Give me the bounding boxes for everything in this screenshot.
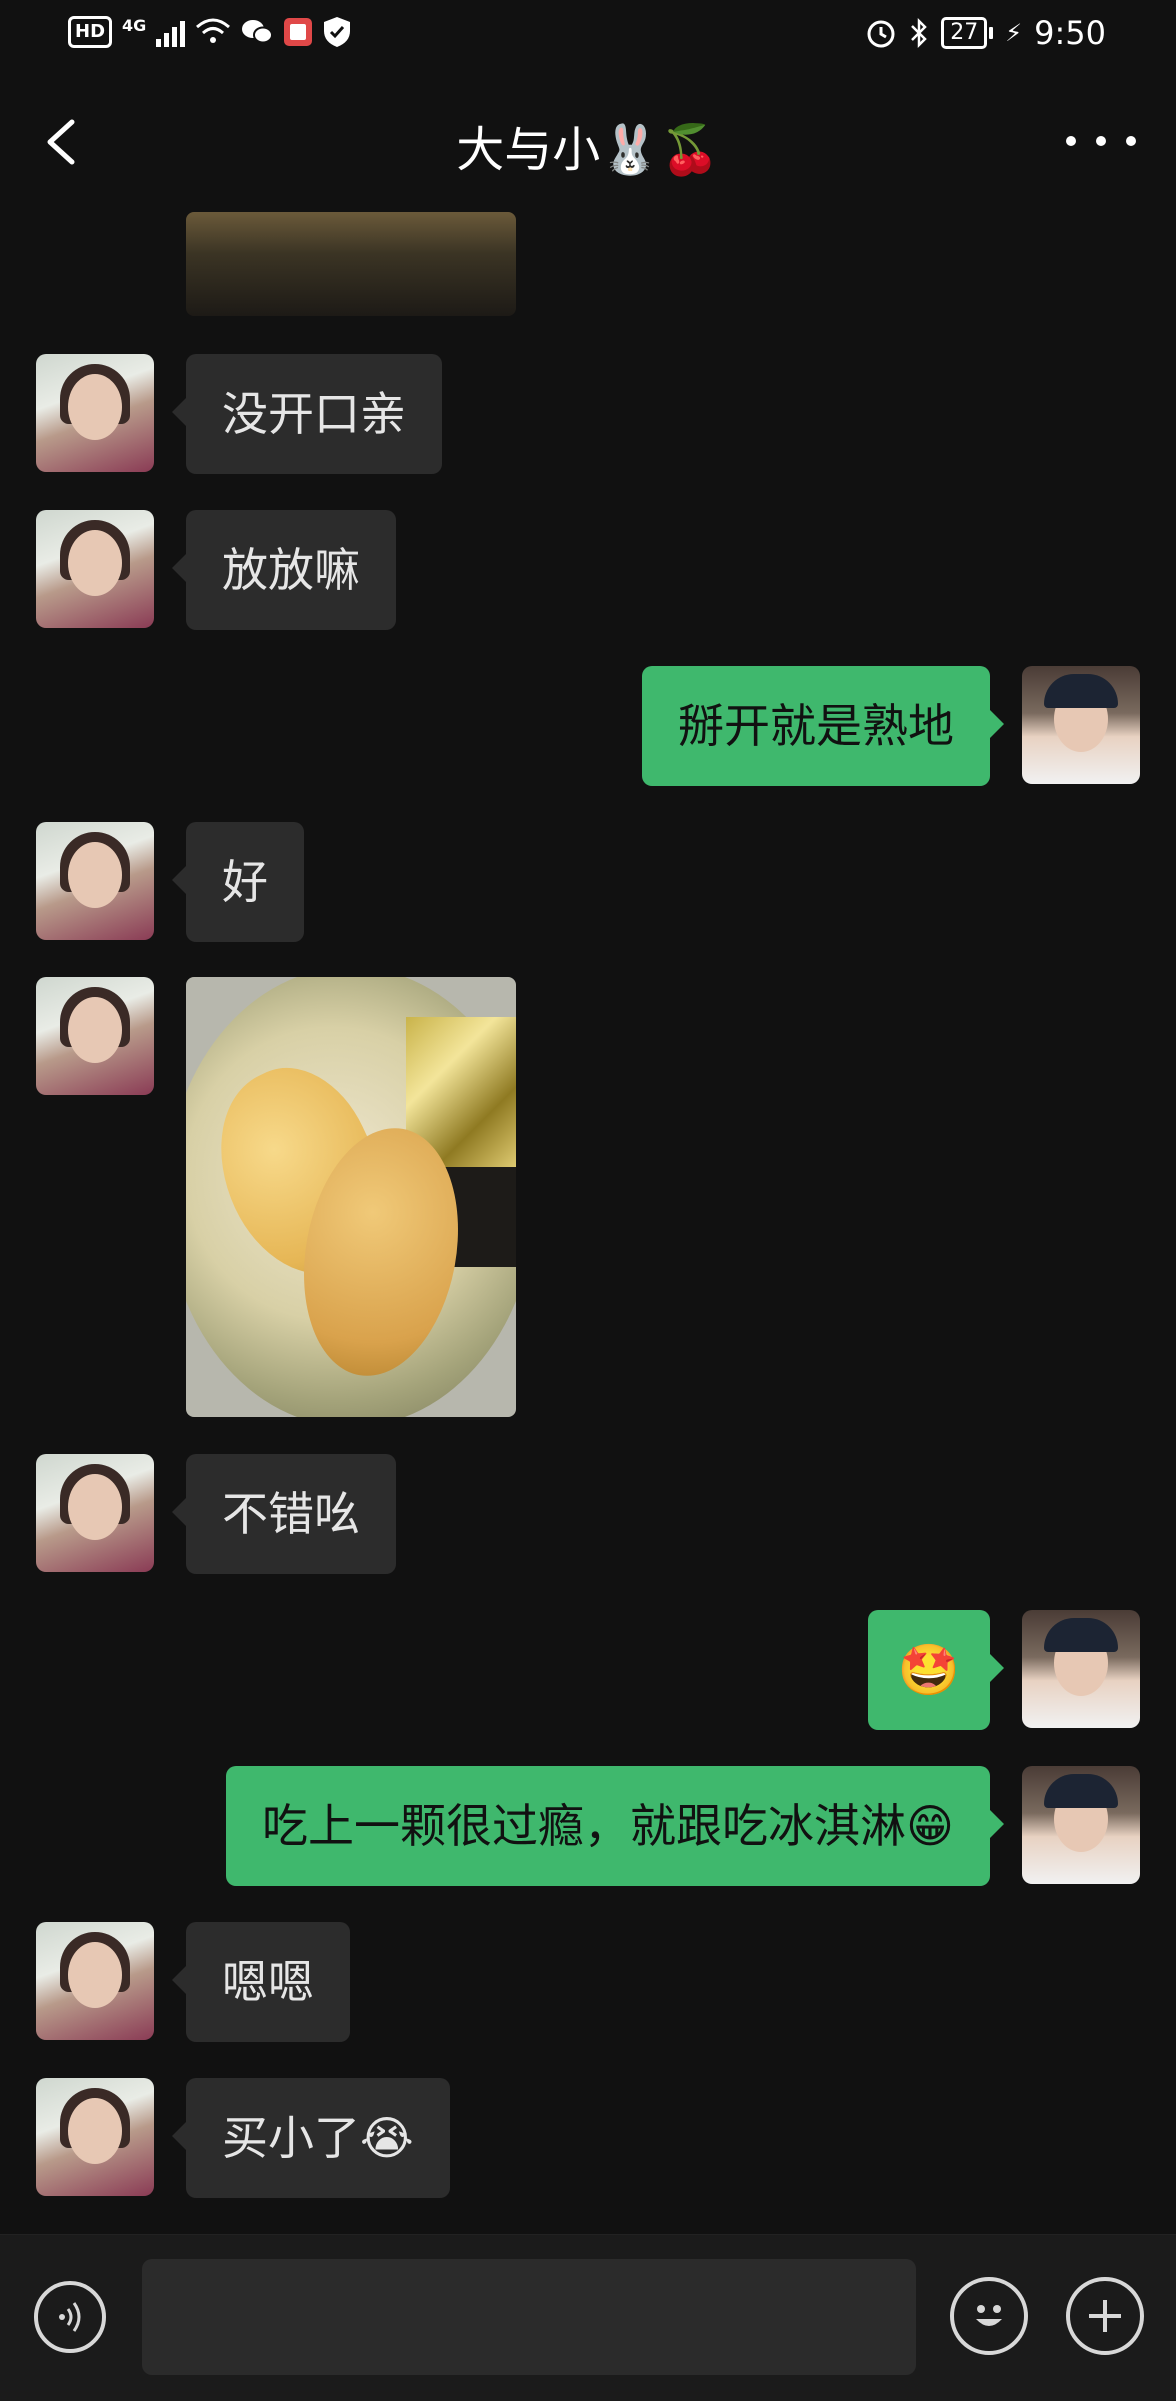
bluetooth-icon [911, 17, 928, 49]
avatar-contact[interactable] [36, 1454, 154, 1572]
message-bubble[interactable]: 吃上一颗很过瘾，就跟吃冰淇淋😁 [226, 1766, 1004, 1886]
avatar-self[interactable] [1022, 1610, 1140, 1728]
status-bar: HD 4G 27 ⚡ 9:50 [0, 0, 1176, 72]
network-label: 4G [122, 15, 147, 35]
alarm-icon [867, 20, 895, 48]
wechat-icon [242, 20, 274, 44]
book-app-icon [284, 18, 313, 46]
battery-icon: 27 [941, 17, 994, 49]
voice-icon[interactable] [34, 2281, 106, 2353]
message-bubble[interactable]: 掰开就是熟地 [642, 666, 1004, 786]
input-bar [0, 2234, 1176, 2401]
avatar-self[interactable] [1022, 666, 1140, 784]
avatar-contact[interactable] [36, 822, 154, 940]
plus-icon[interactable] [1066, 2277, 1144, 2355]
status-right-icons: 27 ⚡ 9:50 [865, 14, 1106, 52]
photo-message[interactable] [186, 977, 516, 1417]
wifi-icon [196, 18, 231, 43]
message-bubble[interactable]: 不错吆 [172, 1454, 396, 1574]
charging-icon: ⚡ [1005, 19, 1023, 47]
shield-icon [324, 17, 351, 47]
avatar-contact[interactable] [36, 510, 154, 628]
status-left-icons: HD 4G [68, 16, 351, 48]
clock: 9:50 [1034, 14, 1106, 52]
message-bubble[interactable]: 放放嘛 [172, 510, 396, 630]
battery-level: 27 [941, 17, 988, 49]
emoji-icon[interactable] [950, 2277, 1028, 2355]
chat-title: 大与小🐰🍒 [456, 122, 720, 178]
message-bubble[interactable]: 🤩 [867, 1610, 1005, 1730]
message-bubble[interactable]: 嗯嗯 [172, 1922, 350, 2042]
avatar-contact[interactable] [36, 1922, 154, 2040]
avatar-contact[interactable] [36, 2078, 154, 2196]
avatar-self[interactable] [1022, 1766, 1140, 1884]
avatar-contact[interactable] [36, 977, 154, 1095]
message-input[interactable] [142, 2259, 916, 2375]
more-dots-icon[interactable] [1066, 116, 1136, 166]
message-bubble[interactable]: 买小了😭 [172, 2078, 450, 2198]
avatar-contact[interactable] [36, 354, 154, 472]
message-bubble[interactable]: 好 [172, 822, 304, 942]
photo-message[interactable] [186, 212, 516, 316]
hd-badge: HD [68, 16, 113, 48]
chat-header: 大与小🐰🍒 [0, 72, 1176, 212]
signal-icon [156, 17, 186, 47]
message-bubble[interactable]: 没开口亲 [172, 354, 442, 474]
